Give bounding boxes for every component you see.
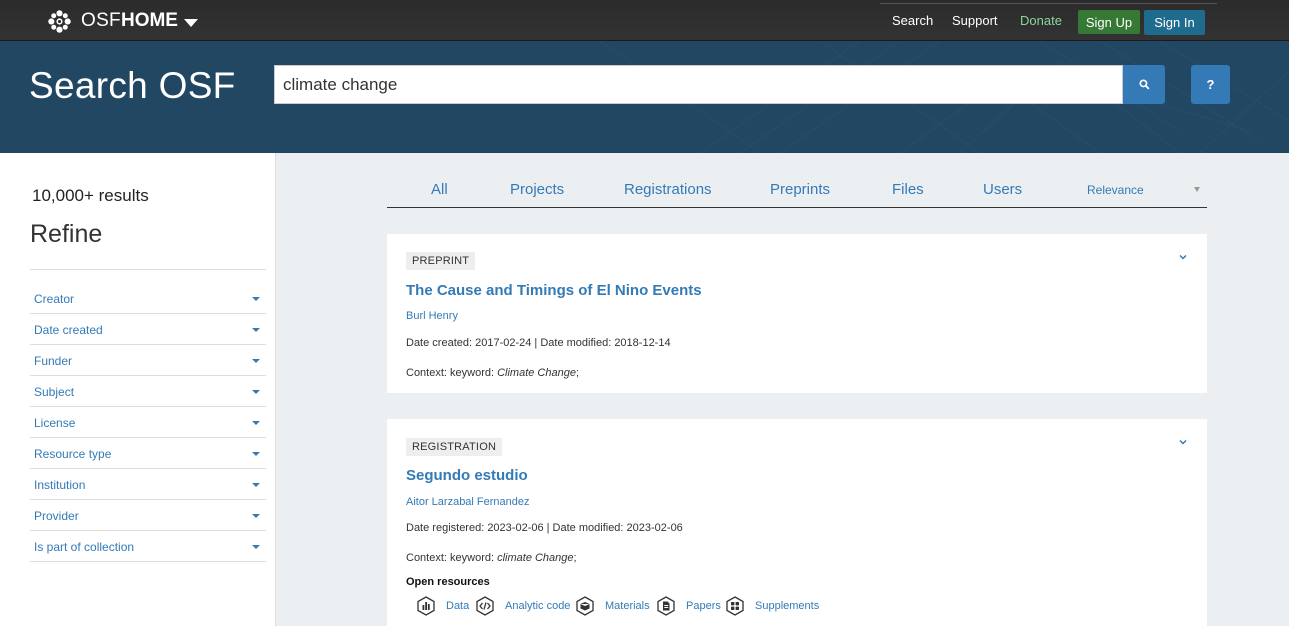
facet-label: Subject [34, 385, 75, 399]
supplements-grid-icon [726, 596, 744, 616]
caret-down-icon [252, 359, 260, 363]
facet-label: Creator [34, 292, 75, 306]
tab-users[interactable]: Users [983, 181, 1022, 198]
open-resource-label: Papers [686, 600, 721, 612]
result-type-tabs: All Projects Registrations Preprints Fil… [387, 172, 1207, 208]
context-suffix: ; [575, 367, 580, 379]
caret-down-icon [252, 421, 260, 425]
tab-projects[interactable]: Projects [510, 181, 564, 198]
code-icon [476, 596, 494, 616]
resource-type-badge: REGISTRATION [406, 438, 503, 456]
facet-resource-type[interactable]: Resource type [30, 438, 266, 469]
open-resource-label: Analytic code [505, 600, 571, 612]
open-resource-label: Data [446, 600, 470, 612]
chevron-down-icon[interactable] [1179, 253, 1187, 261]
sign-up-button[interactable]: Sign Up [1078, 10, 1140, 34]
caret-down-icon [183, 18, 198, 27]
refine-heading: Refine [30, 220, 103, 248]
divider [30, 269, 266, 270]
result-context: Context: keyword: Climate Change; [406, 367, 579, 379]
chevron-down-icon[interactable] [1179, 438, 1187, 446]
facet-label: Provider [34, 509, 79, 523]
facet-label: Institution [34, 478, 86, 492]
brand-osf-text: OSF [81, 10, 121, 31]
context-suffix: ; [573, 552, 577, 564]
facet-institution[interactable]: Institution [30, 469, 266, 500]
sort-select[interactable]: Relevance [1087, 183, 1207, 197]
nav-donate-link[interactable]: Donate [1020, 13, 1062, 28]
open-resource-analytic-code[interactable]: Analytic code [475, 596, 570, 616]
brand-home-text: HOME [120, 10, 178, 31]
page-title: Search OSF [29, 65, 236, 106]
result-count: 10,000+ results [32, 186, 149, 205]
nav-search-link[interactable]: Search [892, 13, 933, 28]
result-title-link[interactable]: Segundo estudio [406, 467, 528, 484]
osf-home-menu[interactable]: OSF HOME [47, 9, 198, 33]
tab-preprints[interactable]: Preprints [770, 181, 830, 198]
result-card: PREPRINT The Cause and Timings of El Nin… [387, 234, 1207, 393]
osf-logo-icon [48, 9, 71, 33]
search-button[interactable] [1123, 65, 1165, 104]
tab-registrations[interactable]: Registrations [624, 181, 712, 198]
result-author-link[interactable]: Burl Henry [406, 310, 458, 322]
facet-subject[interactable]: Subject [30, 376, 266, 407]
open-resource-papers[interactable]: Papers [656, 596, 721, 616]
caret-down-icon [252, 514, 260, 518]
caret-down-icon [252, 545, 260, 549]
nav-right-group: Search Support Donate Sign Up Sign In [880, 3, 1217, 39]
paper-document-icon [657, 596, 675, 616]
open-resource-supplements[interactable]: Supplements [725, 596, 819, 616]
facet-label: Is part of collection [34, 540, 135, 554]
facet-funder[interactable]: Funder [30, 345, 266, 376]
facet-label: License [34, 416, 76, 430]
result-title-link[interactable]: The Cause and Timings of El Nino Events [406, 282, 702, 299]
facet-provider[interactable]: Provider [30, 500, 266, 531]
context-prefix: Context: keyword: [406, 552, 498, 564]
context-prefix: Context: keyword: [406, 367, 498, 379]
top-navbar: OSF HOME Search Support Donate Sign Up S… [0, 0, 1289, 41]
result-author-link[interactable]: Aitor Larzabal Fernandez [406, 496, 530, 508]
open-resource-label: Supplements [755, 600, 820, 612]
materials-box-icon [576, 596, 594, 616]
open-resource-label: Materials [605, 600, 650, 612]
nav-support-link[interactable]: Support [952, 13, 998, 28]
search-input[interactable]: climate change [274, 65, 1123, 104]
caret-down-icon [1194, 187, 1200, 192]
result-card: REGISTRATION Segundo estudio Aitor Larza… [387, 419, 1207, 626]
tab-files[interactable]: Files [892, 181, 924, 198]
search-icon [1138, 79, 1150, 90]
tab-all[interactable]: All [431, 181, 448, 198]
sign-in-button[interactable]: Sign In [1144, 10, 1205, 35]
caret-down-icon [252, 328, 260, 332]
caret-down-icon [252, 452, 260, 456]
facet-label: Resource type [34, 447, 112, 461]
facet-label: Funder [34, 354, 73, 368]
data-chart-icon [417, 596, 435, 616]
open-resource-materials[interactable]: Materials [575, 596, 650, 616]
facet-date-created[interactable]: Date created [30, 314, 266, 345]
result-dates: Date created: 2017-02-24 | Date modified… [406, 337, 671, 349]
open-resources-heading: Open resources [406, 576, 490, 588]
result-dates: Date registered: 2023-02-06 | Date modif… [406, 522, 683, 534]
facet-license[interactable]: License [30, 407, 266, 438]
sort-selected-value: Relevance [1087, 183, 1144, 197]
help-button[interactable]: ? [1191, 65, 1230, 104]
facet-creator[interactable]: Creator [30, 283, 266, 314]
caret-down-icon [252, 390, 260, 394]
caret-down-icon [252, 483, 260, 487]
result-context: Context: keyword: climate Change; [406, 552, 577, 564]
facet-is-part-of-collection[interactable]: Is part of collection [30, 531, 266, 562]
search-hero: Search OSF climate change ? [0, 41, 1289, 153]
refine-sidebar: 10,000+ results Refine Creator Date crea… [0, 153, 276, 626]
facet-label: Date created [34, 323, 103, 337]
context-keyword: Climate Change [497, 367, 576, 379]
caret-down-icon [252, 297, 260, 301]
context-keyword: climate Change [497, 552, 574, 564]
resource-type-badge: PREPRINT [406, 252, 476, 270]
open-resource-data[interactable]: Data [416, 596, 469, 616]
